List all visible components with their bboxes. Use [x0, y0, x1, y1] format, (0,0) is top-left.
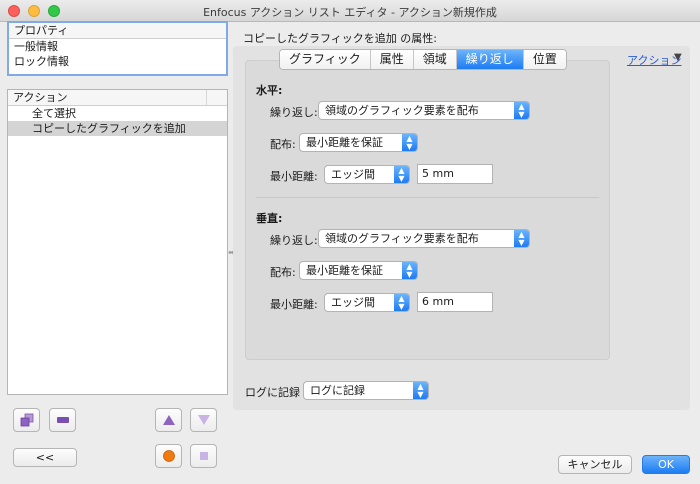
triangle-down-icon: [197, 415, 210, 425]
remove-action-button[interactable]: [49, 408, 76, 432]
attribute-tabs: グラフィック 属性 領域 繰り返し 位置: [279, 49, 567, 70]
horizontal-dist-value: 最小距離を保証: [306, 136, 383, 149]
action-menu-arrow-icon[interactable]: ▼: [674, 52, 682, 63]
properties-item-general[interactable]: 一般情報: [9, 39, 226, 54]
move-down-button[interactable]: [190, 408, 217, 432]
log-value: ログに記録: [310, 384, 365, 397]
vertical-min-label: 最小距離:: [270, 298, 318, 311]
popup-arrows-icon: ▲ ▼: [402, 262, 417, 279]
tab-region[interactable]: 領域: [413, 50, 457, 69]
log-label: ログに記録: [245, 386, 300, 399]
duplicate-icon: [20, 413, 33, 427]
tab-graphic[interactable]: グラフィック: [280, 50, 371, 69]
stop-icon: [199, 452, 208, 460]
tab-attributes[interactable]: 属性: [370, 50, 414, 69]
horizontal-dist-label: 配布:: [270, 138, 296, 151]
horizontal-repeat-label: 繰り返し:: [270, 106, 318, 119]
vertical-min-type-value: エッジ間: [331, 296, 375, 309]
window-title: Enfocus アクション リスト エディタ - アクション新規作成: [203, 6, 497, 19]
horizontal-dist-select[interactable]: 最小距離を保証 ▲ ▼: [299, 133, 418, 152]
popup-arrows-icon: ▲ ▼: [514, 102, 529, 119]
log-select[interactable]: ログに記録 ▲ ▼: [303, 381, 429, 400]
ok-button[interactable]: OK: [642, 455, 690, 474]
popup-arrows-icon: ▲ ▼: [394, 294, 409, 311]
properties-item-lock[interactable]: ロック情報: [9, 54, 226, 69]
add-action-button[interactable]: [13, 408, 40, 432]
popup-arrows-icon: ▲ ▼: [394, 166, 409, 183]
move-up-button[interactable]: [155, 408, 182, 432]
horizontal-repeat-value: 領域のグラフィック要素を配布: [325, 104, 479, 117]
popup-arrows-icon: ▲ ▼: [413, 382, 428, 399]
vertical-repeat-select[interactable]: 領域のグラフィック要素を配布 ▲ ▼: [318, 229, 530, 248]
collapse-button[interactable]: <<: [13, 448, 77, 467]
vertical-min-type-select[interactable]: エッジ間 ▲ ▼: [324, 293, 410, 312]
title-bar: Enfocus アクション リスト エディタ - アクション新規作成: [0, 0, 700, 22]
tab-position[interactable]: 位置: [523, 50, 566, 69]
horizontal-min-label: 最小距離:: [270, 170, 318, 183]
horizontal-min-type-value: エッジ間: [331, 168, 375, 181]
stop-button[interactable]: [190, 444, 217, 468]
vertical-heading: 垂直:: [256, 212, 283, 225]
popup-arrows-icon: ▲ ▼: [514, 230, 529, 247]
vertical-repeat-label: 繰り返し:: [270, 234, 318, 247]
record-button[interactable]: [155, 444, 182, 468]
popup-arrows-icon: ▲ ▼: [402, 134, 417, 151]
minus-icon: [56, 417, 69, 423]
section-divider: [256, 197, 599, 198]
action-list-header: アクション: [8, 90, 227, 106]
action-list-header-label: アクション: [13, 90, 207, 105]
record-icon: [162, 450, 175, 462]
horizontal-min-type-select[interactable]: エッジ間 ▲ ▼: [324, 165, 410, 184]
tab-repeat[interactable]: 繰り返し: [456, 50, 524, 69]
vertical-min-distance-input[interactable]: 6 mm: [417, 292, 493, 312]
action-item-select-all[interactable]: 全て選択: [8, 106, 227, 121]
attributes-title: コピーしたグラフィックを追加 の属性:: [243, 32, 437, 45]
horizontal-repeat-select[interactable]: 領域のグラフィック要素を配布 ▲ ▼: [318, 101, 530, 120]
vertical-dist-select[interactable]: 最小距離を保証 ▲ ▼: [299, 261, 418, 280]
horizontal-min-distance-input[interactable]: 5 mm: [417, 164, 493, 184]
horizontal-heading: 水平:: [256, 84, 283, 97]
action-list[interactable]: アクション 全て選択 コピーしたグラフィックを追加: [7, 89, 228, 395]
action-item-add-copied-graphic[interactable]: コピーしたグラフィックを追加: [8, 121, 227, 136]
vertical-repeat-value: 領域のグラフィック要素を配布: [325, 232, 479, 245]
properties-list[interactable]: プロパティ 一般情報 ロック情報: [7, 21, 228, 76]
triangle-up-icon: [162, 415, 175, 425]
vertical-dist-label: 配布:: [270, 266, 296, 279]
properties-header: プロパティ: [9, 23, 226, 39]
cancel-button[interactable]: キャンセル: [558, 455, 632, 474]
vertical-dist-value: 最小距離を保証: [306, 264, 383, 277]
